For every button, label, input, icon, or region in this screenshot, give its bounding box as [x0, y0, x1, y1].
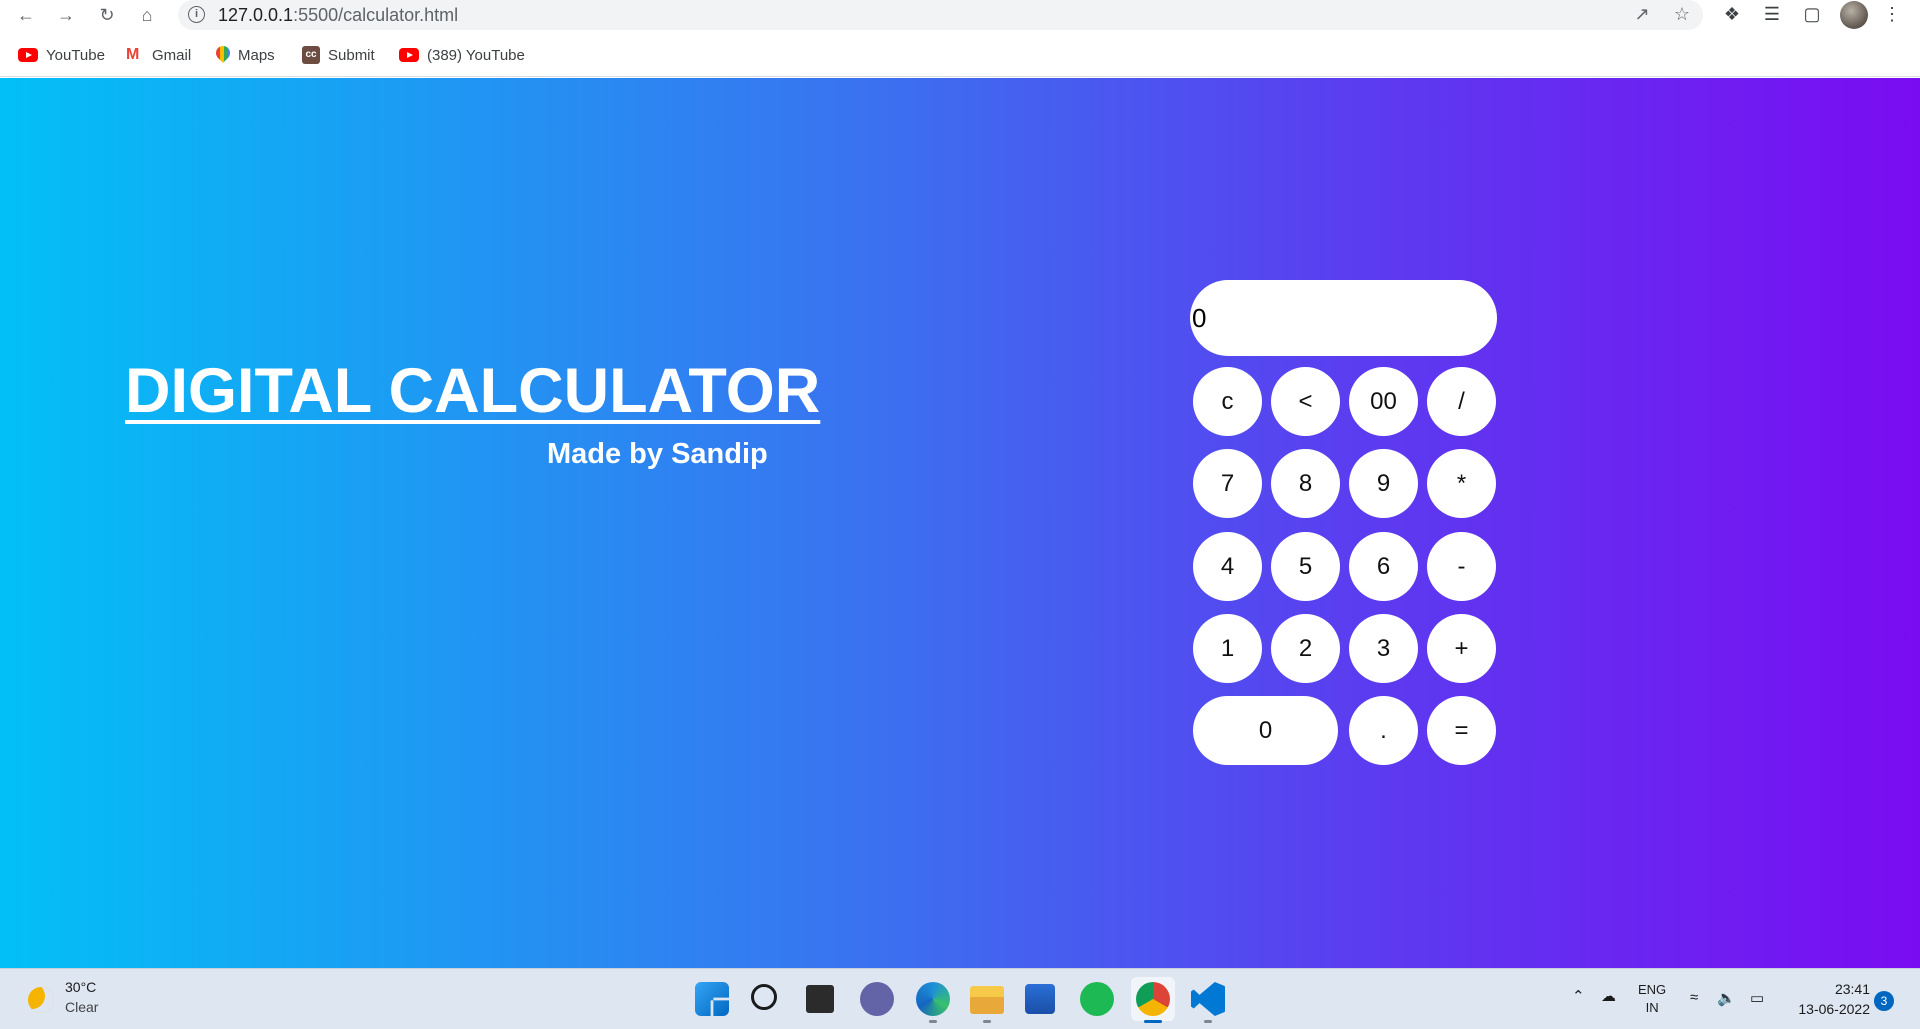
url-path: :5500/calculator.html: [293, 5, 459, 25]
clock-date: 13-06-2022: [1798, 1001, 1870, 1017]
menu-kebab-icon[interactable]: ⋮: [1880, 4, 1904, 28]
site-info-icon[interactable]: i: [188, 6, 205, 23]
language-code: ENG: [1638, 982, 1667, 997]
weather-temperature[interactable]: 30°C: [65, 979, 96, 995]
search-icon[interactable]: [751, 984, 777, 1010]
chrome-icon[interactable]: [1136, 982, 1170, 1016]
page-background: [0, 78, 1920, 968]
bookmark-label: (389) YouTube: [427, 46, 525, 64]
bookmark-youtube-389[interactable]: (389) YouTube: [399, 44, 525, 66]
browser-toolbar: ← → ↻ ⌂ i 127.0.0.1:5500/calculator.html…: [0, 0, 1920, 30]
battery-icon[interactable]: ▭: [1750, 989, 1764, 1007]
youtube-icon: [399, 48, 419, 62]
bookmark-gmail[interactable]: M Gmail: [126, 44, 191, 66]
bookmark-label: Maps: [238, 46, 275, 64]
profile-avatar[interactable]: [1840, 1, 1868, 29]
page-subtitle: Made by Sandip: [547, 438, 768, 470]
key-backspace[interactable]: <: [1271, 367, 1340, 436]
url-text[interactable]: 127.0.0.1:5500/calculator.html: [218, 5, 458, 26]
key-5[interactable]: 5: [1271, 532, 1340, 601]
vscode-icon[interactable]: [1191, 982, 1225, 1016]
key-double-zero[interactable]: 00: [1349, 367, 1418, 436]
bookmarks-bar: YouTube M Gmail Maps cc Submit (389) You…: [0, 30, 1920, 77]
bookmark-youtube[interactable]: YouTube: [18, 44, 105, 66]
start-windows-icon[interactable]: [695, 982, 729, 1016]
spotify-icon[interactable]: [1080, 982, 1114, 1016]
key-equals[interactable]: =: [1427, 696, 1496, 765]
page-title: DIGITAL CALCULATOR: [125, 356, 821, 426]
chevron-up-icon[interactable]: ⌃: [1572, 987, 1585, 1005]
bookmark-label: Gmail: [152, 46, 192, 64]
volume-icon[interactable]: 🔈: [1717, 989, 1736, 1007]
language-indicator[interactable]: ENG IN: [1638, 981, 1666, 1017]
clock[interactable]: 23:41 13-06-2022: [1780, 979, 1870, 1019]
forward-icon[interactable]: →: [54, 3, 78, 27]
youtube-icon: [18, 48, 38, 62]
key-add[interactable]: +: [1427, 614, 1496, 683]
reload-icon[interactable]: ↻: [95, 3, 119, 27]
key-8[interactable]: 8: [1271, 449, 1340, 518]
key-multiply[interactable]: *: [1427, 449, 1496, 518]
key-9[interactable]: 9: [1349, 449, 1418, 518]
running-indicator: [983, 1020, 991, 1023]
bookmark-maps[interactable]: Maps: [216, 44, 275, 66]
chat-teams-icon[interactable]: [860, 982, 894, 1016]
maps-icon: [216, 46, 230, 64]
onedrive-cloud-icon[interactable]: ☁: [1601, 987, 1616, 1005]
key-1[interactable]: 1: [1193, 614, 1262, 683]
side-panel-icon[interactable]: ▢: [1800, 4, 1824, 28]
notification-badge[interactable]: 3: [1874, 991, 1894, 1011]
edge-browser-icon[interactable]: [916, 982, 950, 1016]
key-2[interactable]: 2: [1271, 614, 1340, 683]
bookmark-label: Submit: [328, 46, 375, 64]
key-3[interactable]: 3: [1349, 614, 1418, 683]
share-icon[interactable]: ↗: [1631, 4, 1653, 26]
media-control-icon[interactable]: ☰: [1760, 4, 1784, 28]
clock-time: 23:41: [1834, 981, 1870, 997]
extensions-icon[interactable]: ❖: [1720, 4, 1744, 28]
cc-icon: cc: [302, 46, 320, 64]
running-indicator: [929, 1020, 937, 1023]
key-decimal[interactable]: .: [1349, 696, 1418, 765]
key-4[interactable]: 4: [1193, 532, 1262, 601]
taskbar: 30°C Clear ⌃ ☁ ENG IN ≈ 🔈 ▭ 23:41 13-06-…: [0, 968, 1920, 1029]
star-icon[interactable]: ☆: [1671, 4, 1693, 26]
address-bar[interactable]: i 127.0.0.1:5500/calculator.html ↗ ☆: [178, 0, 1703, 30]
key-7[interactable]: 7: [1193, 449, 1262, 518]
microsoft-store-icon[interactable]: [1025, 984, 1055, 1014]
task-view-icon[interactable]: [806, 985, 834, 1013]
wifi-icon[interactable]: ≈: [1690, 989, 1698, 1006]
bookmark-label: YouTube: [46, 46, 105, 64]
running-indicator: [1204, 1020, 1212, 1023]
back-icon[interactable]: ←: [14, 3, 38, 27]
active-indicator: [1144, 1020, 1162, 1023]
moon-icon[interactable]: [28, 987, 54, 1013]
key-0[interactable]: 0: [1193, 696, 1338, 765]
key-subtract[interactable]: -: [1427, 532, 1496, 601]
calculator-display[interactable]: [1190, 280, 1497, 356]
home-icon[interactable]: ⌂: [135, 3, 159, 27]
weather-description[interactable]: Clear: [65, 999, 98, 1015]
bookmark-submit[interactable]: cc Submit: [302, 44, 375, 66]
url-host: 127.0.0.1: [218, 5, 294, 25]
gmail-icon: M: [126, 46, 140, 63]
key-divide[interactable]: /: [1427, 367, 1496, 436]
key-6[interactable]: 6: [1349, 532, 1418, 601]
region-code: IN: [1645, 1000, 1659, 1015]
key-clear[interactable]: c: [1193, 367, 1262, 436]
file-explorer-icon[interactable]: [970, 986, 1004, 1014]
